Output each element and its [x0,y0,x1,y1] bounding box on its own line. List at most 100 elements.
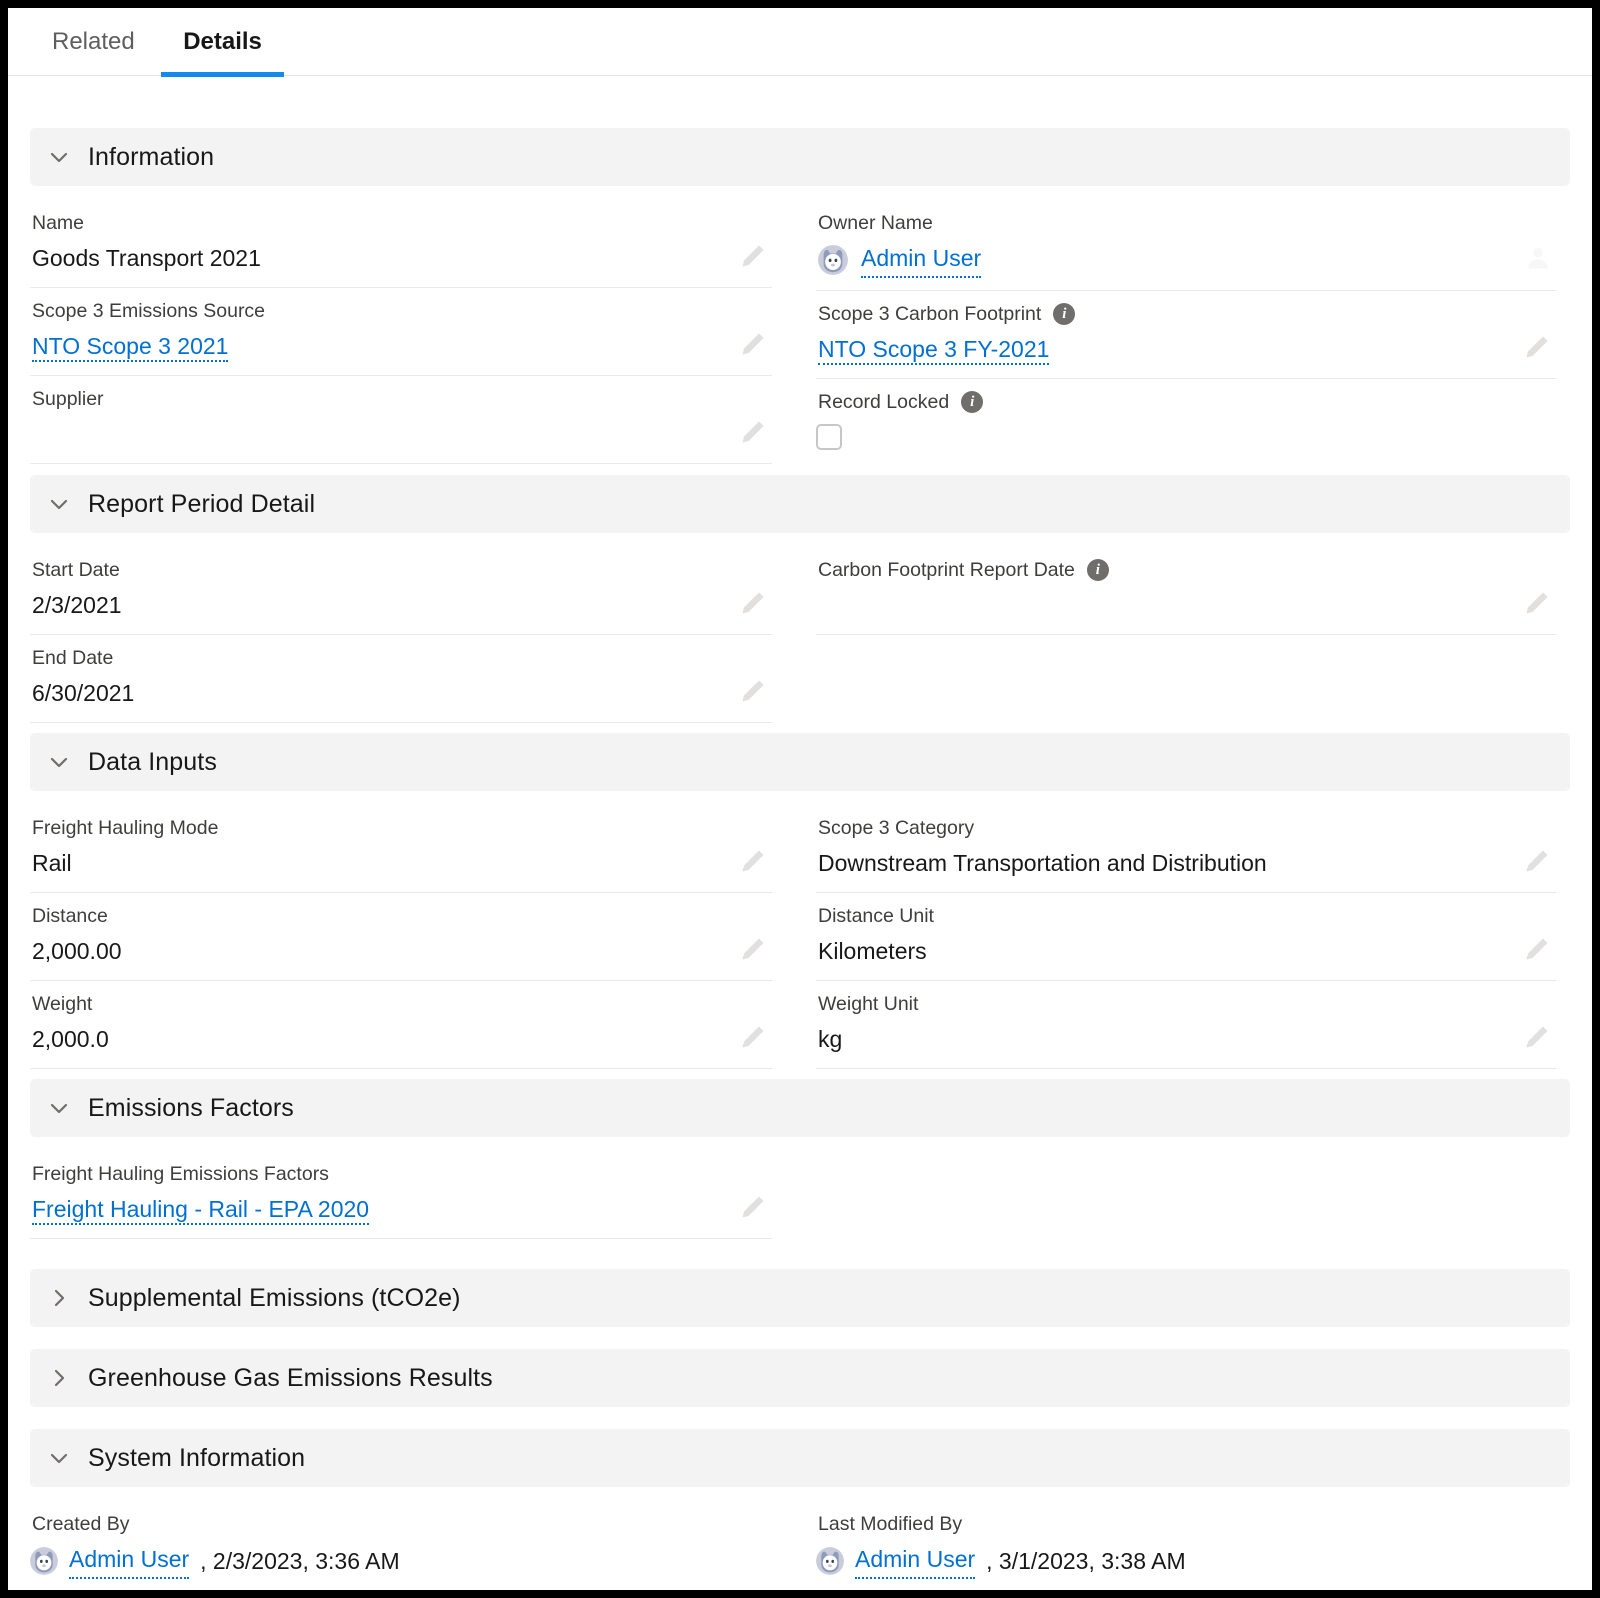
field-start-date: Start Date 2/3/2021 [30,547,772,635]
edit-pencil-icon-scope3-emissions-source[interactable] [738,329,768,359]
change-owner-icon[interactable] [1524,244,1552,272]
edit-pencil-icon-weight-unit[interactable] [1522,1022,1552,1052]
information-fields: Name Goods Transport 2021 Scope 3 Emissi… [30,186,1570,465]
created-by-timestamp: , 2/3/2023, 3:36 AM [200,1547,400,1574]
avatar-astro-icon [816,1546,844,1575]
field-weight: Weight 2,000.0 [30,981,772,1069]
section-title-emissions-factors: Emissions Factors [88,1093,294,1122]
field-label-weight: Weight [32,993,93,1015]
field-value-supplier [30,412,772,451]
emissions-factors-left-column: Freight Hauling Emissions Factors Freigh… [30,1151,800,1239]
data-inputs-right-column: Scope 3 Category Downstream Transportati… [800,805,1570,1069]
section-header-data-inputs[interactable]: Data Inputs [30,733,1570,791]
system-information-left-column: Created By Admin User , 2/3/2023, 3:36 A… [30,1501,800,1590]
edit-pencil-icon-weight[interactable] [738,1022,768,1052]
field-created-by: Created By Admin User , 2/3/2023, 3:36 A… [30,1501,772,1590]
field-scope3-emissions-source: Scope 3 Emissions Source NTO Scope 3 202… [30,288,772,376]
field-supplier: Supplier [30,376,772,464]
edit-pencil-icon-name[interactable] [738,241,768,271]
link-last-modified-by-user[interactable]: Admin User [855,1542,976,1579]
link-owner-name[interactable]: Admin User [861,241,982,278]
section-title-data-inputs: Data Inputs [88,747,217,776]
field-freight-hauling-mode: Freight Hauling Mode Rail [30,805,772,893]
edit-pencil-icon-distance-unit[interactable] [1522,934,1552,964]
section-header-supplemental-emissions[interactable]: Supplemental Emissions (tCO2e) [30,1269,1570,1327]
field-scope3-category: Scope 3 Category Downstream Transportati… [816,805,1556,893]
chevron-down-icon [48,146,70,168]
link-created-by-user[interactable]: Admin User [69,1542,190,1579]
field-owner-name: Owner Name Admin User [816,200,1556,291]
info-icon-scope3-carbon-footprint[interactable]: i [1053,303,1076,325]
tab-related[interactable]: Related [30,8,157,76]
field-value-created-by: Admin User , 2/3/2023, 3:36 AM [30,1537,772,1579]
field-label-name: Name [32,212,85,234]
field-label-record-locked: Record Locked i [816,389,1556,415]
edit-pencil-icon-carbon-footprint-report-date[interactable] [1522,588,1552,618]
field-name: Name Goods Transport 2021 [30,200,772,288]
edit-pencil-icon-freight-hauling-emissions-factors[interactable] [738,1192,768,1222]
report-period-right-column: Carbon Footprint Report Date i [800,547,1570,723]
field-value-start-date: 2/3/2021 [32,592,122,618]
field-label-supplier: Supplier [32,388,104,410]
information-right-column: Owner Name Admin User Scope 3 Carbon Foo… [800,200,1570,465]
field-value-scope3-carbon-footprint: NTO Scope 3 FY-2021 [816,327,1556,366]
field-label-owner-name: Owner Name [818,212,933,234]
top-spacer [30,76,1570,118]
field-value-scope3-category: Downstream Transportation and Distributi… [818,850,1267,876]
info-icon-carbon-footprint-report-date[interactable]: i [1086,559,1109,581]
field-distance: Distance 2,000.00 [30,893,772,981]
checkbox-record-locked[interactable] [816,424,842,450]
section-header-ghg-results[interactable]: Greenhouse Gas Emissions Results [30,1349,1570,1407]
section-header-report-period-detail[interactable]: Report Period Detail [30,475,1570,533]
chevron-down-icon [48,493,70,515]
field-label-end-date: End Date [32,647,114,669]
section-header-information[interactable]: Information [30,128,1570,186]
report-period-left-column: Start Date 2/3/2021 End Date 6/30/2021 [30,547,800,723]
tab-details[interactable]: Details [161,8,284,77]
section-title-supplemental-emissions: Supplemental Emissions (tCO2e) [88,1283,461,1312]
data-inputs-fields: Freight Hauling Mode Rail Distance 2,000… [30,791,1570,1069]
avatar-astro-icon [818,244,848,275]
section-header-system-information[interactable]: System Information [30,1429,1570,1487]
section-title-information: Information [88,142,215,171]
field-value-weight: 2,000.0 [32,1026,109,1052]
edit-pencil-icon-scope3-category[interactable] [1522,846,1552,876]
field-value-distance-unit: Kilometers [818,938,927,964]
chevron-down-icon [48,1097,70,1119]
field-label-scope3-carbon-footprint: Scope 3 Carbon Footprint i [816,301,1556,327]
link-scope3-carbon-footprint[interactable]: NTO Scope 3 FY-2021 [818,336,1050,365]
edit-pencil-icon-distance[interactable] [738,934,768,964]
field-label-freight-hauling-mode: Freight Hauling Mode [32,817,219,839]
field-value-name: Goods Transport 2021 [32,245,261,271]
section-header-emissions-factors[interactable]: Emissions Factors [30,1079,1570,1137]
field-label-text-scope3-carbon-footprint: Scope 3 Carbon Footprint [818,303,1042,325]
field-label-created-by: Created By [32,1513,130,1535]
field-distance-unit: Distance Unit Kilometers [816,893,1556,981]
link-freight-hauling-emissions-factors[interactable]: Freight Hauling - Rail - EPA 2020 [32,1196,370,1225]
edit-pencil-icon-end-date[interactable] [738,676,768,706]
edit-pencil-icon-supplier[interactable] [738,417,768,447]
data-inputs-left-column: Freight Hauling Mode Rail Distance 2,000… [30,805,800,1069]
section-title-ghg-results: Greenhouse Gas Emissions Results [88,1363,493,1392]
field-label-text-carbon-footprint-report-date: Carbon Footprint Report Date [818,559,1075,581]
field-end-date: End Date 6/30/2021 [30,635,772,723]
edit-pencil-icon-start-date[interactable] [738,588,768,618]
information-left-column: Name Goods Transport 2021 Scope 3 Emissi… [30,200,800,465]
info-icon-record-locked[interactable]: i [961,391,984,413]
edit-pencil-icon-scope3-carbon-footprint[interactable] [1522,332,1552,362]
link-scope3-emissions-source[interactable]: NTO Scope 3 2021 [32,333,229,362]
last-modified-by-timestamp: , 3/1/2023, 3:38 AM [986,1547,1186,1574]
system-information-right-column: Last Modified By Admin User , 3/1/2023, … [800,1501,1570,1590]
field-value-scope3-emissions-source: NTO Scope 3 2021 [30,324,772,363]
field-last-modified-by: Last Modified By Admin User , 3/1/2023, … [816,1501,1556,1590]
field-weight-unit: Weight Unit kg [816,981,1556,1069]
field-scope3-carbon-footprint: Scope 3 Carbon Footprint i NTO Scope 3 F… [816,291,1556,379]
chevron-down-icon [48,751,70,773]
field-record-locked: Record Locked i [816,379,1556,465]
emissions-factors-fields: Freight Hauling Emissions Factors Freigh… [30,1137,1570,1239]
field-freight-hauling-emissions-factors: Freight Hauling Emissions Factors Freigh… [30,1151,772,1239]
field-carbon-footprint-report-date: Carbon Footprint Report Date i [816,547,1556,635]
detail-body: Information Name Goods Transport 2021 Sc… [8,76,1592,1590]
edit-pencil-icon-freight-hauling-mode[interactable] [738,846,768,876]
field-label-weight-unit: Weight Unit [818,993,919,1015]
